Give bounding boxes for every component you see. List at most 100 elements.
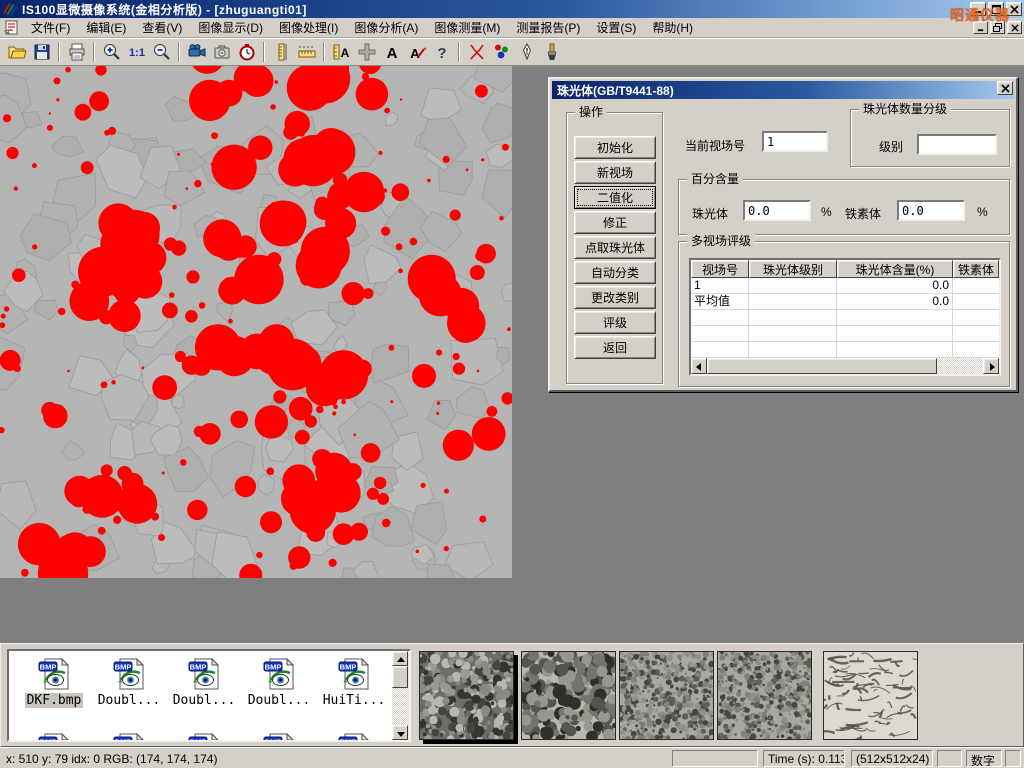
file-name[interactable]: Doubl... <box>171 693 238 708</box>
scrollbar-thumb[interactable] <box>392 666 408 688</box>
file-name[interactable]: HuiTi... <box>321 693 388 708</box>
svg-text:A: A <box>386 45 397 62</box>
op-button-4[interactable]: 修正 <box>574 211 656 234</box>
file-list-scrollbar[interactable] <box>392 651 409 740</box>
thumbnail-5[interactable] <box>823 651 918 740</box>
svg-text:BMP: BMP <box>114 738 131 743</box>
file-item-1[interactable]: BMPDKF.bmp <box>19 658 89 708</box>
minimize-button[interactable] <box>970 2 986 16</box>
file-item-row2-1[interactable]: BMP <box>19 733 89 742</box>
maximize-button[interactable] <box>988 2 1004 16</box>
annotate-icon[interactable]: A <box>404 41 429 64</box>
menu-item-9[interactable]: 设置(S) <box>588 17 644 38</box>
table-cell <box>749 326 837 341</box>
file-item-5[interactable]: BMPHuiTi... <box>319 658 389 708</box>
table-header-4[interactable]: 铁素体 <box>953 260 999 278</box>
dialog-titlebar[interactable]: 珠光体(GB/T9441-88) <box>552 81 1014 99</box>
grid-icon[interactable] <box>354 41 379 64</box>
file-name[interactable]: Doubl... <box>246 693 313 708</box>
scroll-up-button[interactable] <box>392 651 408 666</box>
brush-icon[interactable] <box>539 41 564 64</box>
curve-icon[interactable] <box>464 41 489 64</box>
pearlite-input[interactable] <box>743 200 811 221</box>
document-icon[interactable] <box>3 19 20 36</box>
rating-table[interactable]: 视场号珠光体级别珠光体含量(%)铁素体10.0平均值0.0 <box>689 258 1001 376</box>
thumbnail-3[interactable] <box>619 651 714 740</box>
op-button-7[interactable]: 更改类别 <box>574 286 656 309</box>
table-row[interactable] <box>691 310 999 326</box>
op-button-9[interactable]: 返回 <box>574 336 656 359</box>
file-item-row2-2[interactable]: BMP <box>94 733 164 742</box>
file-item-4[interactable]: BMP Doubl... <box>244 658 314 708</box>
op-button-5[interactable]: 点取珠光体 <box>574 236 656 259</box>
op-button-2[interactable]: 新视场 <box>574 161 656 184</box>
ferrite-input[interactable] <box>897 200 965 221</box>
file-item-3[interactable]: BMPDoubl... <box>169 658 239 708</box>
thumbnail-1[interactable] <box>419 651 514 740</box>
table-hscrollbar[interactable] <box>691 358 999 374</box>
menu-item-10[interactable]: 帮助(H) <box>644 17 701 38</box>
print-icon[interactable] <box>64 41 89 64</box>
open-file-icon[interactable] <box>4 41 29 64</box>
table-row[interactable] <box>691 342 999 358</box>
op-button-1[interactable]: 初始化 <box>574 136 656 159</box>
pen-icon[interactable] <box>514 41 539 64</box>
file-name[interactable]: Doubl... <box>96 693 163 708</box>
file-name[interactable]: DKF.bmp <box>25 693 84 708</box>
menu-item-2[interactable]: 编辑(E) <box>78 17 134 38</box>
current-field-input[interactable] <box>762 131 828 152</box>
menu-item-5[interactable]: 图像处理(I) <box>271 17 346 38</box>
scroll-right-button[interactable] <box>983 358 999 374</box>
zoom-out-icon[interactable] <box>149 41 174 64</box>
mdi-restore-button[interactable] <box>990 21 1005 34</box>
bmp-file-icon: BMP <box>263 658 296 691</box>
file-item-2[interactable]: BMPDoubl... <box>94 658 164 708</box>
ruler-icon[interactable] <box>294 41 319 64</box>
table-row[interactable]: 10.0 <box>691 278 999 294</box>
save-icon[interactable] <box>29 41 54 64</box>
scroll-down-button[interactable] <box>392 725 408 740</box>
caliper-icon[interactable] <box>269 41 294 64</box>
file-item-row2-4[interactable]: BMP <box>244 733 314 742</box>
thumbnail-4[interactable] <box>717 651 812 740</box>
actual-size-icon[interactable]: 1:1 <box>124 41 149 64</box>
timer-icon[interactable] <box>234 41 259 64</box>
svg-text:A: A <box>340 46 349 60</box>
table-header-2[interactable]: 珠光体级别 <box>749 260 837 278</box>
thumbnail-2[interactable] <box>521 651 616 740</box>
table-row[interactable]: 平均值0.0 <box>691 294 999 310</box>
menu-item-7[interactable]: 图像测量(M) <box>426 17 508 38</box>
file-item-row2-3[interactable]: BMP <box>169 733 239 742</box>
measure-text-icon[interactable]: A <box>329 41 354 64</box>
op-button-8[interactable]: 评级 <box>574 311 656 334</box>
help-icon[interactable]: ? <box>429 41 454 64</box>
table-header-3[interactable]: 珠光体含量(%) <box>837 260 953 278</box>
menu-item-3[interactable]: 查看(V) <box>134 17 190 38</box>
scrollbar-thumb[interactable] <box>707 358 937 374</box>
level-input[interactable] <box>917 134 997 155</box>
mdi-close-button[interactable] <box>1007 21 1022 34</box>
zoom-in-icon[interactable] <box>99 41 124 64</box>
video-camera-icon[interactable] <box>184 41 209 64</box>
file-item-row2-5[interactable]: BMP <box>319 733 389 742</box>
mdi-minimize-button[interactable] <box>973 21 988 34</box>
table-row[interactable] <box>691 326 999 342</box>
menu-item-8[interactable]: 测量报告(P) <box>508 17 588 38</box>
op-button-6[interactable]: 自动分类 <box>574 261 656 284</box>
menu-item-6[interactable]: 图像分析(A) <box>346 17 426 38</box>
menu-item-4[interactable]: 图像显示(D) <box>190 17 271 38</box>
scroll-left-button[interactable] <box>691 358 707 374</box>
operation-group: 操作 初始化新视场二值化修正点取珠光体自动分类更改类别评级返回 <box>566 112 663 384</box>
title-bar[interactable]: IS100显微摄像系统(金相分析版) - [zhuguangti01] <box>0 0 1024 18</box>
ferrite-percent-sign: % <box>977 205 988 219</box>
dialog-close-button[interactable] <box>997 81 1013 95</box>
menu-item-1[interactable]: 文件(F) <box>23 17 78 38</box>
micrograph-view[interactable] <box>0 66 512 578</box>
op-button-3[interactable]: 二值化 <box>574 186 656 209</box>
close-button[interactable] <box>1006 2 1022 16</box>
particles-icon[interactable] <box>489 41 514 64</box>
camera-icon[interactable] <box>209 41 234 64</box>
file-browser[interactable]: BMPDKF.bmpBMPDoubl...BMPDoubl...BMPDoubl… <box>7 649 411 742</box>
table-header-1[interactable]: 视场号 <box>691 260 749 278</box>
text-icon[interactable]: A <box>379 41 404 64</box>
